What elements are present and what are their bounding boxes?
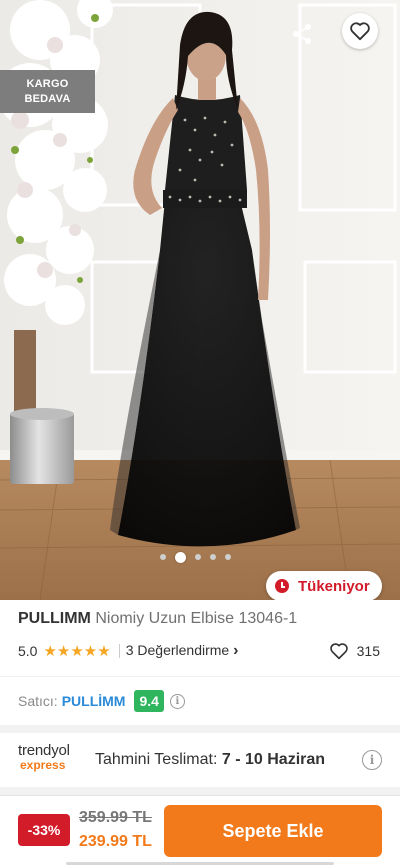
share-icon xyxy=(293,24,311,44)
heart-icon xyxy=(350,22,370,41)
delivery-panel: trendyol express Tahmini Teslimat: 7 - 1… xyxy=(0,733,400,787)
seller-name-link[interactable]: PULLİMM xyxy=(62,693,126,709)
estimated-delivery: Tahmini Teslimat: 7 - 10 Haziran xyxy=(95,751,325,769)
product-info-panel: PULLIMM Niomiy Uzun Elbise 13046-1 5.0 ★… xyxy=(0,600,400,676)
discount-badge: -33% xyxy=(18,814,70,846)
logo-line2: express xyxy=(20,758,66,772)
rating-divider xyxy=(118,644,120,658)
brand-name[interactable]: PULLIMM xyxy=(18,610,91,627)
carousel-dot[interactable] xyxy=(210,554,216,560)
product-name: Niomiy Uzun Elbise 13046-1 xyxy=(95,610,298,627)
rating-row: 5.0 ★★★★★ 3 Değerlendirme › 315 xyxy=(18,641,380,661)
clock-icon xyxy=(275,579,289,593)
low-stock-badge: Tükeniyor xyxy=(266,571,382,600)
seller-info-icon[interactable]: i xyxy=(169,693,185,709)
seller-panel: Satıcı: PULLİMM 9.4 i xyxy=(0,677,400,725)
logo-line1: trendyol xyxy=(18,742,70,759)
product-title: PULLIMM Niomiy Uzun Elbise 13046-1 xyxy=(18,610,297,628)
home-indicator xyxy=(66,862,334,865)
seller-score-badge: 9.4 xyxy=(134,690,164,712)
trendyol-express-logo: trendyol express xyxy=(18,742,86,772)
delivery-info-icon[interactable]: i xyxy=(362,750,382,770)
add-to-cart-button[interactable]: Sepete Ekle xyxy=(164,805,382,857)
favorite-count-value: 315 xyxy=(356,643,380,659)
reviews-label: 3 Değerlendirme xyxy=(125,642,230,658)
carousel-dot[interactable] xyxy=(160,554,166,560)
delivery-label: Tahmini Teslimat: xyxy=(95,751,218,768)
seller-label: Satıcı: xyxy=(18,693,58,709)
chevron-right-icon: › xyxy=(233,642,239,659)
old-price: 359.99 TL xyxy=(79,809,152,826)
back-arrow-icon xyxy=(25,24,47,44)
carousel-dot[interactable] xyxy=(175,551,186,563)
rating-stars-icon: ★★★★★ xyxy=(43,643,111,660)
heart-outline-icon xyxy=(329,643,348,660)
carousel-dot[interactable] xyxy=(225,554,231,560)
free-shipping-badge: KARGO BEDAVA xyxy=(0,70,95,113)
carousel-dot[interactable] xyxy=(195,554,201,560)
seller-row: Satıcı: PULLİMM 9.4 i xyxy=(18,689,185,713)
back-button[interactable] xyxy=(18,16,54,52)
low-stock-label: Tükeniyor xyxy=(298,577,370,595)
favorite-button[interactable] xyxy=(342,13,378,49)
share-button[interactable] xyxy=(284,16,320,52)
reviews-link[interactable]: 3 Değerlendirme › xyxy=(126,642,239,660)
rating-value: 5.0 xyxy=(18,643,38,659)
free-shipping-line2: BEDAVA xyxy=(24,93,71,105)
product-image-carousel[interactable]: KARGO BEDAVA Tükeniyor xyxy=(0,0,400,600)
current-price: 239.99 TL xyxy=(79,833,152,850)
favorite-count[interactable]: 315 xyxy=(329,642,380,660)
carousel-dots xyxy=(160,551,231,563)
delivery-date: 7 - 10 Haziran xyxy=(221,751,326,768)
purchase-bar: -33% 359.99 TL 239.99 TL Sepete Ekle xyxy=(0,795,400,866)
free-shipping-line1: KARGO xyxy=(26,78,69,90)
